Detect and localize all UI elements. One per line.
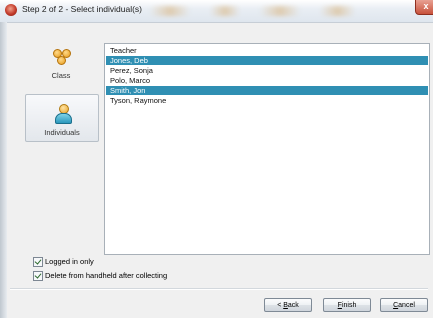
nav-item-individuals[interactable]: Individuals (25, 94, 99, 142)
checkbox-checked[interactable] (33, 271, 43, 281)
list-item[interactable]: Smith, Jon (106, 86, 428, 95)
finish-button[interactable]: Finish (323, 298, 371, 312)
title-glare (260, 6, 300, 16)
back-button[interactable]: < Back (264, 298, 312, 312)
close-button[interactable]: x (415, 0, 433, 15)
list-item[interactable]: Teacher (106, 46, 428, 55)
list-item[interactable]: Jones, Deb (106, 56, 428, 65)
window-edge (0, 22, 7, 318)
navigation-panel: Class Individuals (25, 38, 103, 148)
title-glare (210, 6, 240, 16)
checkbox-checked[interactable] (33, 257, 43, 267)
checkbox-label: Delete from handheld after collecting (45, 271, 168, 280)
nav-item-label: Class (51, 71, 71, 80)
individuals-list[interactable]: Teacher Jones, Deb Perez, Sonja Polo, Ma… (104, 43, 430, 255)
footer-divider (10, 288, 428, 290)
app-icon (5, 4, 17, 16)
finish-button-label: inish (341, 302, 357, 309)
nav-item-class[interactable]: Class (25, 38, 97, 84)
list-item[interactable]: Perez, Sonja (106, 66, 428, 75)
nav-item-label: Individuals (44, 128, 80, 137)
window-title: Step 2 of 2 - Select individual(s) (22, 4, 143, 14)
list-item[interactable]: Polo, Marco (106, 76, 428, 85)
dialog-window: Step 2 of 2 - Select individual(s) x Cla… (0, 0, 433, 318)
title-glare (320, 6, 355, 16)
back-button-label: ack (287, 302, 299, 309)
cancel-button-label: ancel (398, 302, 415, 309)
individual-person-icon (54, 104, 72, 124)
title-bar[interactable]: Step 2 of 2 - Select individual(s) x (0, 0, 433, 23)
checkbox-label: Logged in only (45, 257, 94, 266)
cancel-button[interactable]: Cancel (380, 298, 428, 312)
class-group-icon (53, 49, 71, 65)
title-glare (150, 6, 190, 16)
list-item[interactable]: Tyson, Raymone (106, 96, 428, 105)
